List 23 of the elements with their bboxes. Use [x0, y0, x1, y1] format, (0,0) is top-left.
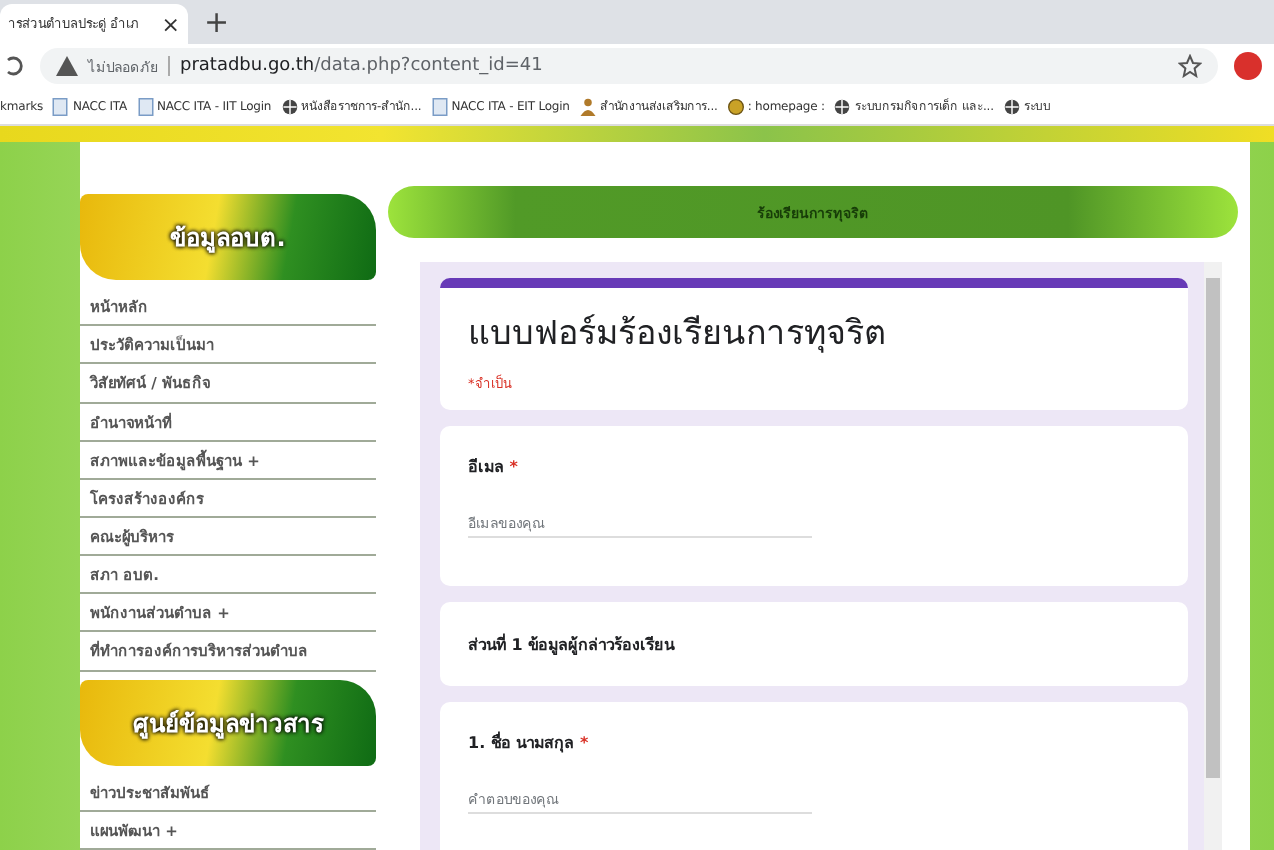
question-label: อีเมล: [468, 458, 504, 476]
scrollbar[interactable]: [1204, 262, 1222, 850]
warning-icon: [56, 56, 78, 76]
required-mark: *: [579, 734, 589, 752]
reload-icon[interactable]: [4, 54, 24, 78]
stop-icon[interactable]: [1234, 52, 1262, 80]
globe-icon: [834, 97, 851, 115]
globe-icon: [1003, 97, 1020, 115]
globe-icon: [281, 97, 298, 115]
person-icon: [579, 97, 596, 115]
page-icon: [431, 97, 448, 115]
close-tab-button[interactable]: ×: [161, 11, 180, 37]
new-tab-button[interactable]: +: [204, 4, 230, 40]
scrollbar-thumb[interactable]: [1206, 278, 1220, 778]
required-mark: *: [509, 458, 518, 476]
form-title: แบบฟอร์มร้องเรียนการทุจริต: [468, 312, 888, 358]
page-icon: [52, 97, 69, 115]
circle-icon: [727, 97, 744, 115]
page-icon: [137, 97, 154, 115]
url-text: pratadbu.go.th/data.php?content_id=41: [180, 56, 543, 76]
section-title: ส่วนที่ 1 ข้อมูลผู้กล่าวร้องเรียน: [468, 631, 675, 657]
star-icon[interactable]: [1178, 54, 1202, 78]
question-label: 1. ชื่อ นามสกุล: [468, 734, 575, 752]
